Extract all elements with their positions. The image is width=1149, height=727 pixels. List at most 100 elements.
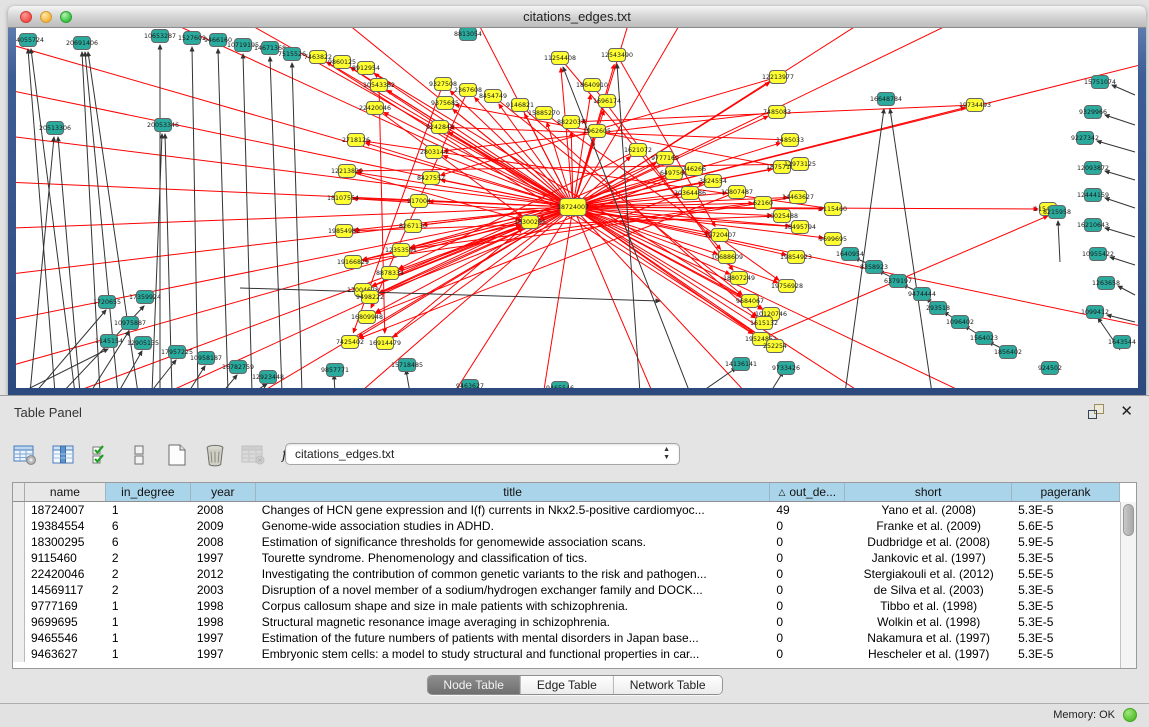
graph-node[interactable]: 19854923 <box>780 251 812 264</box>
cell-title[interactable]: Estimation of the future numbers of pati… <box>256 630 771 646</box>
graph-node[interactable]: 1564023 <box>970 332 998 345</box>
table-row[interactable]: 1830029562008Estimation of significance … <box>13 534 1120 550</box>
cell-short[interactable]: Nakamura et al. (1997) <box>845 630 1012 646</box>
graph-node[interactable]: 1527602 <box>178 32 206 45</box>
graph-node[interactable]: 9329966 <box>1079 106 1107 119</box>
cell-in-degree[interactable]: 2 <box>106 582 191 598</box>
graph-node[interactable]: 16210643 <box>1077 219 1109 232</box>
graph-node[interactable]: 746266 <box>682 163 706 176</box>
cell-name[interactable]: 22420046 <box>25 566 106 582</box>
graph-node[interactable]: 9684067 <box>736 295 764 308</box>
graph-node[interactable]: 10688609 <box>711 251 743 264</box>
graph-node[interactable]: 1099412 <box>1081 306 1109 319</box>
cell-title[interactable]: Estimation of significance thresholds fo… <box>256 534 771 550</box>
graph-node[interactable]: 20691406 <box>66 37 98 50</box>
cell-pagerank[interactable]: 5.9E-5 <box>1012 534 1120 550</box>
graph-node[interactable]: 9227342 <box>1071 132 1099 145</box>
cell-title[interactable]: Corpus callosum shape and size in male p… <box>256 598 771 614</box>
column-header-out-de-[interactable]: △out_de... <box>770 483 845 501</box>
cell-title[interactable]: Tourette syndrome. Phenomenology and cla… <box>256 550 771 566</box>
table-row[interactable]: 946362711997Embryonic stem cells: a mode… <box>13 646 1120 662</box>
table-row[interactable]: 911546021997Tourette syndrome. Phenomeno… <box>13 550 1120 566</box>
graph-node[interactable]: 9699695 <box>819 233 847 246</box>
cell-in-degree[interactable]: 2 <box>106 566 191 582</box>
cell-pagerank[interactable]: 5.3E-5 <box>1012 630 1120 646</box>
column-header-in-degree[interactable]: in_degree <box>106 483 191 501</box>
cell-pagerank[interactable]: 5.3E-5 <box>1012 582 1120 598</box>
graph-node[interactable]: 9465546 <box>546 382 574 389</box>
graph-node[interactable]: 8912954 <box>352 62 380 75</box>
float-panel-icon[interactable] <box>1088 404 1104 419</box>
table-row[interactable]: 946554611997Estimation of the future num… <box>13 630 1120 646</box>
cell-name[interactable]: 9463627 <box>25 646 106 662</box>
cell-year[interactable]: 1997 <box>191 646 256 662</box>
cell-year[interactable]: 2012 <box>191 566 256 582</box>
graph-node[interactable]: 1145154 <box>95 335 123 348</box>
cell-name[interactable]: 9777169 <box>25 598 106 614</box>
graph-node[interactable]: 917004 <box>407 195 431 208</box>
scrollbar-thumb[interactable] <box>1123 504 1134 536</box>
tab-node-table[interactable]: Node Table <box>427 676 521 694</box>
cell-out-de-[interactable]: 0 <box>770 518 845 534</box>
cell-name[interactable]: 9699695 <box>25 614 106 630</box>
cell-title[interactable]: Investigating the contribution of common… <box>256 566 771 582</box>
graph-node[interactable]: 14136141 <box>725 358 757 371</box>
cell-year[interactable]: 1997 <box>191 630 256 646</box>
cell-boxes-button[interactable] <box>126 443 151 468</box>
tab-edge-table[interactable]: Edge Table <box>521 676 614 694</box>
graph-node[interactable]: 19166829 <box>337 256 369 269</box>
cell-out-de-[interactable]: 0 <box>770 614 845 630</box>
cell-title[interactable]: Structural magnetic resonance image aver… <box>256 614 771 630</box>
network-view[interactable]: 1405572420691406106532871527602946616010… <box>16 28 1138 388</box>
cell-name[interactable]: 14569117 <box>25 582 106 598</box>
cell-year[interactable]: 2003 <box>191 582 256 598</box>
cell-year[interactable]: 2009 <box>191 518 256 534</box>
column-header-title[interactable]: title <box>256 483 771 501</box>
graph-node[interactable]: 62160 <box>753 197 773 210</box>
cell-in-degree[interactable]: 1 <box>106 502 191 518</box>
cell-title[interactable]: Disruption of a novel member of a sodium… <box>256 582 771 598</box>
import-table-disabled-button[interactable] <box>240 443 265 468</box>
cell-pagerank[interactable]: 5.3E-5 <box>1012 646 1120 662</box>
table-row[interactable]: 1456911722003Disruption of a novel membe… <box>13 582 1120 598</box>
graph-node[interactable]: 1696174 <box>593 95 621 108</box>
table-row[interactable]: 977716911998Corpus callosum shape and si… <box>13 598 1120 614</box>
cell-short[interactable]: Jankovic et al. (1997) <box>845 550 1012 566</box>
cell-out-de-[interactable]: 0 <box>770 582 845 598</box>
table-selector-dropdown[interactable]: citations_edges.txt ▲▼ <box>285 443 680 465</box>
column-header-year[interactable]: year <box>191 483 256 501</box>
table-row[interactable]: 2242004622012Investigating the contribut… <box>13 566 1120 582</box>
graph-node[interactable]: 8822037 <box>557 116 585 129</box>
cell-pagerank[interactable]: 5.6E-5 <box>1012 518 1120 534</box>
graph-node[interactable]: 1096402 <box>946 316 974 329</box>
graph-node[interactable]: 2367608 <box>454 84 482 97</box>
cell-name[interactable]: 18724007 <box>25 502 106 518</box>
graph-node[interactable]: 20513306 <box>39 122 71 135</box>
cell-name[interactable]: 9465546 <box>25 630 106 646</box>
graph-node[interactable]: 15718485 <box>391 359 423 372</box>
graph-node[interactable]: 16914479 <box>369 337 401 350</box>
delete-trash-button[interactable] <box>202 443 227 468</box>
column-header-short[interactable]: short <box>845 483 1012 501</box>
graph-node[interactable]: 7425402 <box>336 336 364 349</box>
table-row[interactable]: 969969511998Structural magnetic resonanc… <box>13 614 1120 630</box>
graph-node[interactable]: 9733426 <box>772 362 800 375</box>
cell-short[interactable]: de Silva et al. (2003) <box>845 582 1012 598</box>
vertical-scrollbar[interactable] <box>1120 502 1136 668</box>
cell-in-degree[interactable]: 1 <box>106 614 191 630</box>
cell-short[interactable]: Yano et al. (2008) <box>845 502 1012 518</box>
graph-node[interactable]: 252254 <box>763 340 787 353</box>
cell-pagerank[interactable]: 5.3E-5 <box>1012 614 1120 630</box>
graph-node[interactable]: 9857771 <box>321 364 349 377</box>
graph-node[interactable]: 12093872 <box>1077 162 1109 175</box>
cell-year[interactable]: 2008 <box>191 502 256 518</box>
cell-year[interactable]: 1998 <box>191 598 256 614</box>
graph-node[interactable]: 1263658 <box>1092 277 1120 290</box>
graph-node[interactable]: 11254408 <box>544 52 576 65</box>
cell-short[interactable]: Dudbridge et al. (2008) <box>845 534 1012 550</box>
cell-in-degree[interactable]: 1 <box>106 598 191 614</box>
graph-node[interactable]: 12213829 <box>331 165 363 178</box>
graph-node[interactable]: 9375685 <box>431 97 459 110</box>
cell-title[interactable]: Embryonic stem cells: a model to study s… <box>256 646 771 662</box>
graph-node[interactable]: 10975887 <box>114 317 146 330</box>
